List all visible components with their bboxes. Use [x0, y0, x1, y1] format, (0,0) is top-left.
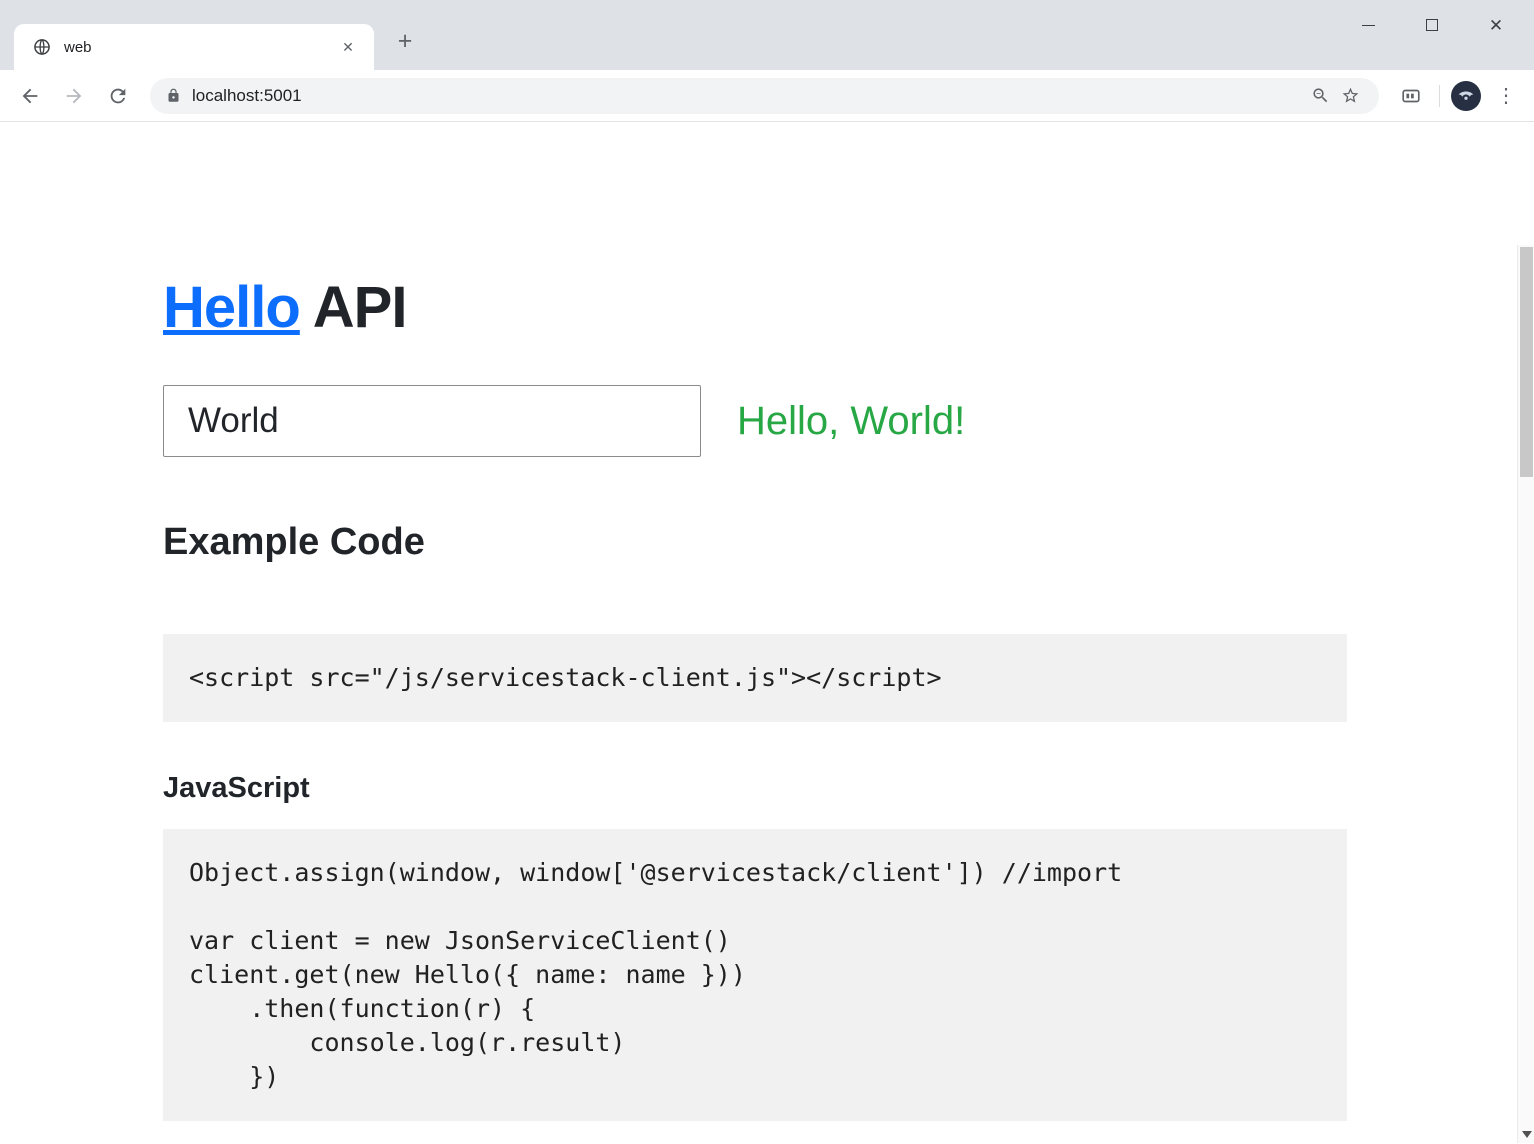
url-text: localhost:5001 [192, 85, 302, 105]
navbar: localhost:5001 ⋮ [0, 70, 1534, 122]
star-icon [1342, 87, 1358, 103]
forward-button[interactable] [52, 74, 96, 118]
greeting-text: Hello, World! [737, 398, 966, 443]
browser-window: web ✕ + ✕ localhost:5001 ⋮ Hello API Wor… [0, 0, 1534, 1144]
toolbar-right: ⋮ [1389, 74, 1526, 118]
bookmark-star-button[interactable] [1335, 81, 1365, 111]
javascript-code-block: Object.assign(window, window['@servicest… [163, 829, 1347, 1121]
extension-icon [1402, 89, 1420, 102]
maximize-icon [1426, 19, 1438, 31]
refresh-icon [110, 88, 126, 103]
titlebar: web ✕ + ✕ [0, 0, 1534, 70]
minimize-button[interactable] [1336, 6, 1400, 44]
scroll-down-arrow-icon [1521, 1131, 1532, 1138]
globe-favicon-icon [32, 37, 52, 57]
close-button[interactable]: ✕ [1464, 6, 1528, 44]
zoom-out-button[interactable] [1305, 81, 1335, 111]
scrollbar-thumb[interactable] [1520, 247, 1533, 477]
hello-link[interactable]: Hello [163, 275, 301, 340]
scrollbar[interactable] [1517, 245, 1534, 1143]
page-title-rest: API [312, 275, 408, 340]
refresh-button[interactable] [96, 74, 140, 118]
lock-icon[interactable] [166, 88, 181, 103]
page-title: Hello API [163, 274, 1347, 341]
address-bar[interactable]: localhost:5001 [150, 77, 1379, 114]
name-input[interactable] [163, 385, 701, 457]
tab-close-button[interactable]: ✕ [336, 35, 360, 59]
tab-title: web [64, 38, 92, 56]
toolbar-separator [1439, 84, 1440, 107]
extension-button[interactable] [1389, 74, 1433, 118]
zoom-out-icon [1312, 88, 1327, 103]
page-inner: Hello API Hello, World! Example Code <sc… [0, 122, 1347, 1121]
minimize-icon [1361, 24, 1375, 26]
profile-avatar-button[interactable] [1446, 76, 1486, 116]
forward-arrow-icon [66, 88, 82, 103]
back-button[interactable] [8, 74, 52, 118]
page-content: Hello API Hello, World! Example Code <sc… [0, 122, 1534, 1143]
maximize-button[interactable] [1400, 6, 1464, 44]
close-icon: ✕ [1488, 15, 1504, 35]
new-tab-button[interactable]: + [388, 24, 422, 58]
avatar-emblem-icon [1458, 91, 1474, 100]
browser-menu-button[interactable]: ⋮ [1486, 76, 1526, 116]
back-arrow-icon [22, 88, 38, 103]
hello-row: Hello, World! [163, 385, 1347, 457]
javascript-heading: JavaScript [163, 772, 310, 804]
window-controls: ✕ [1336, 6, 1528, 44]
browser-tab[interactable]: web ✕ [14, 24, 374, 70]
avatar [1451, 80, 1481, 111]
scroll-down-button[interactable] [1518, 1126, 1534, 1143]
script-include-code-block: <script src="/js/servicestack-client.js"… [163, 634, 1347, 722]
example-code-heading: Example Code [163, 521, 425, 563]
